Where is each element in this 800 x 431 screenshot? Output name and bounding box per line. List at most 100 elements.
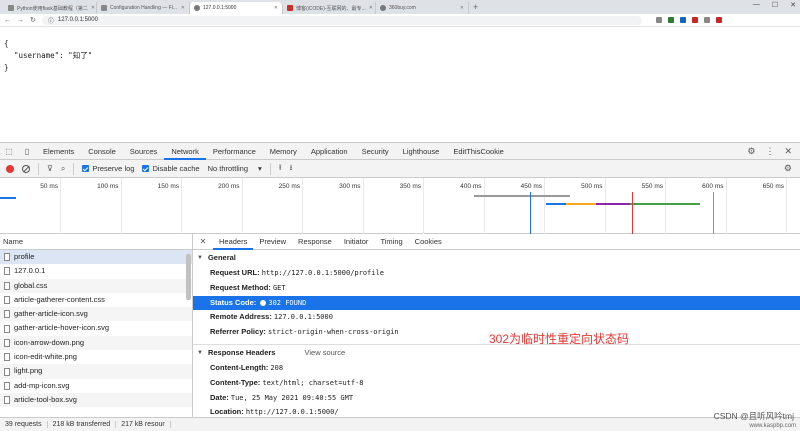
- close-icon[interactable]: ✕: [274, 5, 278, 11]
- inspect-icon[interactable]: ⬚: [0, 147, 18, 156]
- new-tab-button[interactable]: +: [473, 2, 478, 12]
- favicon-icon: [101, 5, 107, 11]
- import-har-icon[interactable]: ⭱: [279, 162, 282, 176]
- view-source-link[interactable]: View source: [304, 345, 345, 361]
- column-header-name[interactable]: Name: [0, 234, 192, 250]
- tab-elements[interactable]: Elements: [36, 143, 81, 160]
- close-window-icon[interactable]: ✕: [790, 1, 796, 9]
- resources-size: 217 kB resour: [116, 421, 171, 428]
- date-row: Date: Tue, 25 May 2021 09:40:55 GMT: [193, 391, 800, 406]
- tab-console[interactable]: Console: [81, 143, 123, 160]
- tab-response[interactable]: Response: [292, 234, 338, 250]
- favicon-icon: [8, 5, 14, 11]
- content-type-value: text/html; charset=utf-8: [262, 378, 364, 387]
- watermark-site: www.kaspbp.com: [749, 423, 796, 429]
- timeline-tick-label: 150 ms: [157, 183, 179, 190]
- request-row[interactable]: global.css: [0, 278, 192, 293]
- tab-preview[interactable]: Preview: [253, 234, 292, 250]
- timeline-tick-label: 50 ms: [40, 183, 58, 190]
- request-row[interactable]: article-gatherer-content.css: [0, 293, 192, 307]
- tab-security[interactable]: Security: [355, 143, 396, 160]
- timeline-gridline: [604, 178, 606, 234]
- address-bar-row: ← → ↻ ⓘ 127.0.0.1:5000: [0, 14, 800, 27]
- info-icon[interactable]: ⓘ: [48, 16, 54, 25]
- timeline-gridline: [544, 178, 545, 234]
- search-icon[interactable]: ⌕: [61, 164, 65, 174]
- timeline-gridline: [241, 178, 243, 234]
- record-icon[interactable]: [6, 164, 14, 173]
- request-method-row: Request Method: GET: [193, 281, 800, 296]
- request-name: article-tool-box.svg: [14, 394, 77, 404]
- request-row[interactable]: gather-article-icon.svg: [0, 307, 192, 322]
- tab-application[interactable]: Application: [304, 143, 355, 160]
- disable-cache-checkbox[interactable]: Disable cache: [142, 164, 200, 173]
- network-overview[interactable]: 50 ms 100 ms 150 ms 200 ms 250 ms 300 ms 350 m…: [0, 178, 800, 234]
- browser-tab-2[interactable]: Configuration Handling — Fl... ✕: [97, 2, 190, 14]
- file-icon: [4, 296, 10, 305]
- request-row[interactable]: icon-edit-white.png: [0, 350, 192, 364]
- window-controls: — ☐ ✕: [753, 1, 796, 9]
- gear-icon[interactable]: ⚙: [784, 163, 800, 174]
- close-icon[interactable]: ✕: [460, 5, 464, 11]
- close-icon[interactable]: ✕: [91, 5, 95, 11]
- extension-icon[interactable]: [679, 17, 686, 23]
- throttling-select[interactable]: No throttling ▾: [208, 164, 262, 173]
- request-row[interactable]: article-tool-box.svg: [0, 392, 192, 408]
- extension-icon[interactable]: [655, 17, 662, 23]
- request-row[interactable]: gather-article-hover-icon.svg: [0, 321, 192, 335]
- close-icon[interactable]: ✕: [369, 5, 373, 11]
- browser-tab-4[interactable]: 博客(iCODE)-互联网的、最专... ✕: [283, 2, 376, 14]
- extension-icon[interactable]: [667, 17, 674, 23]
- file-icon: [4, 267, 10, 276]
- request-row[interactable]: 127.0.0.1: [0, 264, 192, 278]
- content-type-row: Content-Type: text/html; charset=utf-8: [193, 376, 800, 391]
- tab-cookies[interactable]: Cookies: [409, 234, 448, 250]
- browser-tab-1[interactable]: Python使用flask基础教程（第二 ✕: [4, 2, 97, 14]
- detail-tab-bar: ✕ Headers Preview Response Initiator Tim…: [193, 234, 800, 250]
- reload-icon[interactable]: ↻: [30, 16, 36, 24]
- export-har-icon[interactable]: ⭳: [290, 162, 293, 176]
- close-icon[interactable]: ✕: [181, 5, 185, 11]
- tab-timing[interactable]: Timing: [374, 234, 408, 250]
- close-icon[interactable]: ✕: [193, 237, 213, 246]
- tab-lighthouse[interactable]: Lighthouse: [396, 143, 447, 160]
- general-section-header[interactable]: ▼ General: [193, 250, 800, 266]
- request-row[interactable]: add-mp-icon.svg: [0, 379, 192, 393]
- timeline-bar: [546, 203, 566, 205]
- request-name: profile: [14, 252, 35, 261]
- request-row[interactable]: profile: [0, 250, 192, 265]
- browser-tab-3[interactable]: 127.0.0.1:5000 ✕: [190, 2, 283, 14]
- maximize-icon[interactable]: ☐: [772, 1, 778, 9]
- tab-headers[interactable]: Headers: [213, 234, 254, 250]
- preserve-log-checkbox[interactable]: Preserve log: [82, 164, 134, 173]
- timeline-gridline: [181, 178, 182, 234]
- back-icon[interactable]: ←: [4, 17, 11, 24]
- close-icon[interactable]: ✕: [784, 146, 792, 157]
- timeline-bar: [474, 195, 570, 197]
- extension-icon[interactable]: [703, 17, 710, 23]
- clear-icon[interactable]: [22, 164, 30, 173]
- tab-memory[interactable]: Memory: [263, 143, 304, 160]
- device-toolbar-icon[interactable]: ▯: [18, 147, 36, 156]
- request-row[interactable]: light.png: [0, 364, 192, 379]
- forward-icon[interactable]: →: [17, 17, 24, 24]
- url-input[interactable]: ⓘ 127.0.0.1:5000: [41, 15, 642, 25]
- request-row[interactable]: icon-arrow-down.png: [0, 335, 192, 351]
- filter-icon[interactable]: ⊽: [47, 164, 53, 173]
- more-icon[interactable]: ⋮: [765, 146, 774, 157]
- browser-tab-5[interactable]: 360buy.com ✕: [376, 2, 469, 14]
- tab-network[interactable]: Network: [164, 143, 206, 160]
- minimize-icon[interactable]: —: [753, 1, 760, 9]
- tab-initiator[interactable]: Initiator: [338, 234, 375, 250]
- file-icon: [4, 253, 10, 262]
- gear-icon[interactable]: ⚙: [747, 146, 755, 157]
- profile-avatar-icon[interactable]: [715, 17, 722, 23]
- tab-sources[interactable]: Sources: [123, 143, 165, 160]
- tab-editthiscookie[interactable]: EditThisCookie: [446, 143, 510, 160]
- divider: [73, 162, 75, 175]
- response-headers-section-header[interactable]: ▼ Response Headers View source: [193, 345, 800, 361]
- timeline-tick-label: 400 ms: [460, 183, 482, 190]
- tab-performance[interactable]: Performance: [206, 143, 263, 160]
- scrollbar[interactable]: [186, 254, 191, 300]
- extension-icon[interactable]: [691, 17, 698, 23]
